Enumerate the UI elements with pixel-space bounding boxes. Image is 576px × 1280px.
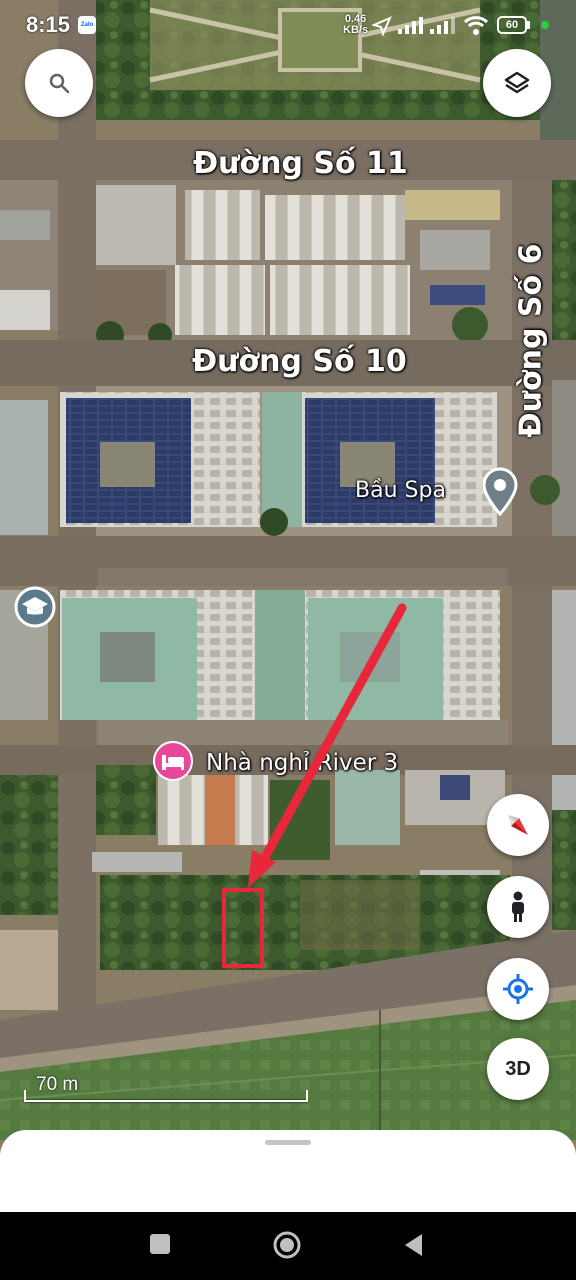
status-bar: 8:15 Zalo 0.46 KB/s 60 bbox=[0, 0, 576, 52]
search-icon bbox=[49, 73, 70, 94]
square-icon bbox=[150, 1234, 170, 1254]
layers-button[interactable] bbox=[483, 49, 551, 117]
view-3d-button[interactable]: 3D bbox=[487, 1038, 549, 1100]
compass-icon bbox=[508, 815, 528, 835]
compass-button[interactable] bbox=[487, 794, 549, 856]
privacy-dot bbox=[541, 21, 549, 29]
my-location-button[interactable] bbox=[487, 958, 549, 1020]
location-arrow-icon bbox=[372, 16, 392, 36]
signal-2-icon bbox=[430, 17, 455, 34]
scale-label: 70 m bbox=[36, 1074, 79, 1095]
scale-bar: 70 m bbox=[24, 1074, 308, 1102]
drag-handle[interactable] bbox=[265, 1140, 311, 1145]
triangle-back-icon bbox=[405, 1234, 422, 1256]
pegman-icon bbox=[512, 891, 524, 922]
status-time: 8:15 bbox=[26, 12, 71, 37]
annotation-box bbox=[222, 888, 264, 968]
circle-icon bbox=[273, 1231, 301, 1259]
back-button[interactable] bbox=[402, 1232, 426, 1258]
system-nav-bar bbox=[0, 1212, 576, 1280]
search-button[interactable] bbox=[25, 49, 93, 117]
recent-apps-button[interactable] bbox=[150, 1234, 172, 1256]
zalo-notification-icon: Zalo bbox=[78, 16, 96, 34]
bottom-sheet[interactable] bbox=[0, 1130, 576, 1212]
signal-icon bbox=[398, 17, 423, 34]
my-location-icon bbox=[503, 974, 533, 1004]
network-speed: 0.46 KB/s bbox=[343, 13, 369, 36]
view-3d-label: 3D bbox=[505, 1057, 531, 1080]
battery-tip bbox=[527, 21, 530, 29]
home-button[interactable] bbox=[272, 1230, 302, 1260]
wifi-icon bbox=[463, 16, 489, 35]
battery-icon: 60 bbox=[497, 16, 527, 34]
layers-icon bbox=[504, 71, 530, 94]
street-view-button[interactable] bbox=[487, 876, 549, 938]
